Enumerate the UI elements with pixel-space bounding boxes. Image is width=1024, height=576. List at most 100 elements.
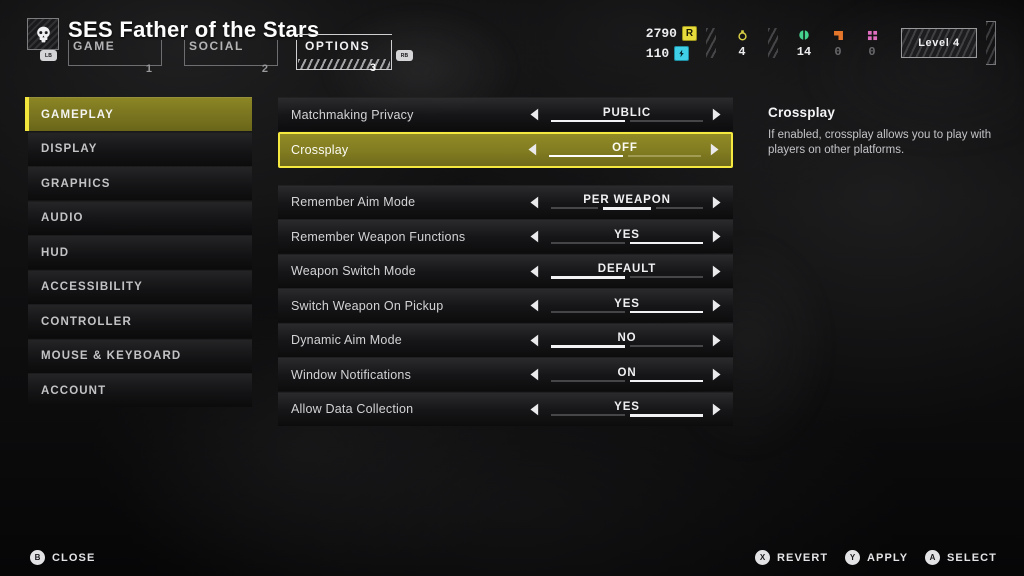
tab-bar: GAME 1 SOCIAL 2 OPTIONS 3 (60, 34, 394, 75)
chevron-right-icon[interactable] (705, 98, 727, 131)
button-x-icon: X (755, 550, 770, 565)
setting-row[interactable]: Dynamic Aim Mode NO (278, 322, 733, 357)
chevron-left-icon[interactable] (523, 324, 545, 357)
setting-value-wrap: YES (551, 289, 703, 322)
setting-row[interactable]: Weapon Switch Mode DEFAULT (278, 253, 733, 288)
setting-value: NO (617, 332, 637, 345)
chevron-right-icon[interactable] (705, 255, 727, 288)
hint-select[interactable]: A SELECT (925, 550, 997, 565)
sidebar-item-mouse-keyboard[interactable]: MOUSE & KEYBOARD (28, 338, 252, 373)
description-body: If enabled, crossplay allows you to play… (768, 129, 992, 156)
setting-value: DEFAULT (597, 263, 657, 276)
setting-segment (629, 119, 703, 122)
hint-revert[interactable]: X REVERT (755, 550, 828, 565)
divider-hatch (768, 28, 778, 58)
chevron-left-icon[interactable] (523, 358, 545, 391)
setting-value-wrap: OFF (549, 134, 701, 166)
requisition-icon: R (682, 25, 697, 41)
sidebar-item-audio[interactable]: AUDIO (28, 200, 252, 235)
chevron-left-icon[interactable] (523, 220, 545, 253)
sidebar-item-label: DISPLAY (41, 143, 98, 155)
setting-segment (627, 154, 701, 157)
tab-label: SOCIAL (189, 39, 244, 53)
tab-game[interactable]: GAME 1 (60, 38, 168, 75)
chevron-left-icon[interactable] (523, 255, 545, 288)
sidebar-item-accessibility[interactable]: ACCESSIBILITY (28, 269, 252, 304)
chevron-right-icon[interactable] (705, 186, 727, 219)
pink-squares-icon (866, 27, 879, 43)
tab-rail (296, 59, 392, 70)
setting-row[interactable]: Switch Weapon On Pickup YES (278, 288, 733, 322)
button-b-icon: B (30, 550, 45, 565)
pink-value: 0 (868, 45, 876, 59)
sidebar-item-display[interactable]: DISPLAY (28, 131, 252, 166)
orange-value: 0 (834, 45, 842, 59)
setting-value-wrap: PUBLIC (551, 98, 703, 131)
setting-label: Remember Aim Mode (291, 195, 416, 209)
setting-label: Window Notifications (291, 367, 412, 382)
chevron-left-icon[interactable] (523, 98, 545, 131)
sidebar-item-graphics[interactable]: GRAPHICS (28, 166, 252, 200)
chevron-right-icon[interactable] (705, 289, 727, 322)
chevron-right-icon[interactable] (705, 393, 727, 426)
tab-bracket-right (277, 40, 278, 66)
chevron-right-icon[interactable] (703, 134, 725, 166)
button-y-icon: Y (845, 550, 860, 565)
chevron-right-icon[interactable] (705, 220, 727, 253)
sidebar-item-controller[interactable]: CONTROLLER (28, 304, 252, 338)
setting-segments (551, 241, 703, 245)
samples-value: 110 (645, 45, 670, 61)
sidebar-item-hud[interactable]: HUD (28, 235, 252, 269)
lb-bumper-hint: LB (40, 50, 57, 61)
setting-control: YES (521, 220, 733, 253)
setting-segment (551, 119, 625, 123)
sidebar-item-label: AUDIO (41, 212, 84, 224)
setting-value: YES (614, 297, 640, 310)
setting-row[interactable]: Matchmaking Privacy PUBLIC (278, 97, 733, 131)
sidebar-item-account[interactable]: ACCOUNT (28, 373, 252, 407)
sidebar-item-gameplay[interactable]: GAMEPLAY (25, 97, 252, 131)
setting-segment (603, 207, 651, 210)
setting-segment (551, 241, 625, 244)
chevron-left-icon[interactable] (523, 289, 545, 322)
setting-segments (551, 119, 703, 123)
settings-category-sidebar: GAMEPLAY DISPLAY GRAPHICS AUDIO HUD ACCE… (25, 97, 252, 408)
setting-row[interactable]: Remember Aim Mode PER WEAPON (278, 184, 733, 219)
chevron-right-icon[interactable] (705, 324, 727, 357)
setting-row[interactable]: Allow Data Collection YES (278, 391, 733, 426)
setting-label: Crossplay (291, 142, 349, 157)
tab-bracket-right (161, 40, 162, 66)
setting-segments (551, 345, 703, 348)
sidebar-item-label: GAMEPLAY (41, 108, 114, 121)
button-a-icon: A (925, 550, 940, 565)
setting-value-wrap: DEFAULT (551, 255, 703, 288)
setting-label: Switch Weapon On Pickup (291, 298, 444, 313)
chevron-left-icon[interactable] (523, 186, 545, 219)
hint-apply[interactable]: Y APPLY (845, 550, 908, 565)
tab-social[interactable]: SOCIAL 2 (176, 38, 284, 75)
setting-segment (551, 379, 625, 382)
tab-number: 3 (369, 62, 376, 74)
setting-value-wrap: ON (551, 358, 703, 391)
chevron-right-icon[interactable] (705, 358, 727, 391)
setting-row[interactable]: Crossplay OFF (278, 131, 733, 168)
setting-row[interactable]: Remember Weapon Functions YES (278, 219, 733, 253)
setting-control: PUBLIC (521, 98, 733, 131)
setting-segment (655, 207, 703, 210)
tab-options[interactable]: OPTIONS 3 (292, 34, 394, 74)
hint-close[interactable]: B CLOSE (30, 550, 95, 565)
setting-label: Allow Data Collection (291, 402, 414, 416)
setting-segment (551, 414, 625, 417)
setting-segment (629, 414, 703, 417)
tab-number: 2 (261, 63, 268, 75)
setting-value: PUBLIC (602, 106, 652, 119)
chevron-left-icon[interactable] (521, 134, 543, 166)
setting-segments (551, 379, 703, 383)
setting-segment (549, 154, 623, 158)
setting-row[interactable]: Window Notifications ON (278, 357, 733, 391)
chevron-left-icon[interactable] (523, 393, 545, 426)
sidebar-item-label: GRAPHICS (41, 177, 111, 190)
sidebar-item-label: HUD (41, 246, 70, 259)
setting-label: Remember Weapon Functions (291, 229, 466, 244)
stat-capsules: 14 (787, 27, 821, 59)
